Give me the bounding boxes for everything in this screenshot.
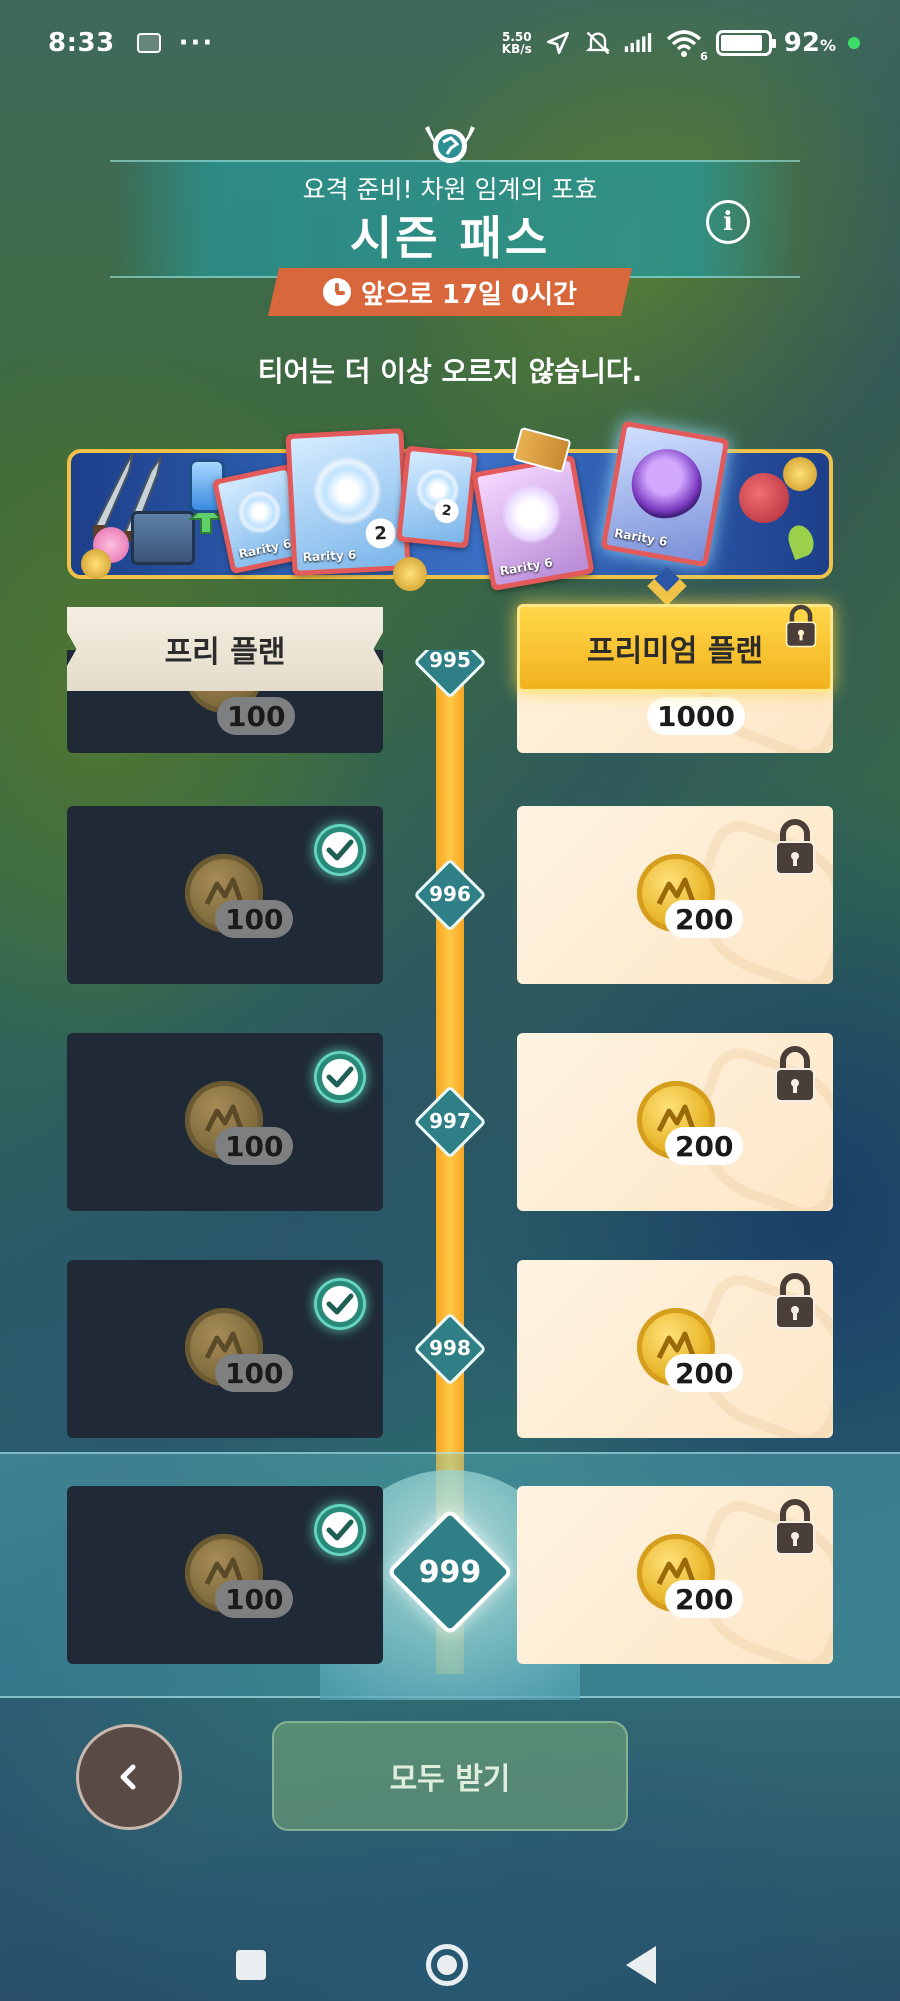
battery-icon (715, 30, 776, 56)
free-reward-cell[interactable]: 100 (67, 806, 383, 984)
gold-coin-icon (81, 549, 111, 579)
premium-reward-amount: 200 (665, 1354, 744, 1392)
info-button[interactable]: i (706, 200, 750, 244)
active-indicator-dot (848, 37, 860, 49)
wifi-generation: 6 (700, 50, 708, 63)
clock-icon (323, 278, 352, 306)
free-reward-cell[interactable]: 100 (67, 1260, 383, 1438)
network-speed: 5.50 KB/s (502, 31, 532, 55)
recents-button[interactable] (236, 1950, 266, 1980)
premium-plan-header[interactable]: 프리미엄 플랜 (517, 604, 833, 692)
premium-reward-cell[interactable]: 200 (517, 1486, 833, 1664)
tier-notice: 티어는 더 이상 오르지 않습니다. (257, 355, 643, 388)
lock-icon (775, 1046, 815, 1102)
claim-all-button[interactable]: 모두 받기 (272, 1721, 628, 1831)
premium-reward-cell[interactable]: 200 (517, 1260, 833, 1438)
fruit-icon (739, 473, 789, 523)
system-back-button[interactable] (626, 1946, 656, 1984)
current-tier-number: 999 (418, 1555, 482, 1590)
reward-card-featured: Rarity 6 2 (285, 428, 411, 576)
free-reward-amount: 100 (215, 900, 294, 938)
gold-coin-icon (783, 457, 817, 491)
premium-reward-amount: 1000 (647, 697, 745, 735)
tier-number: 996 (429, 882, 471, 906)
gold-coin-icon (393, 557, 427, 591)
premium-reward-cell[interactable]: 200 (517, 1033, 833, 1211)
premium-reward-cell[interactable]: 200 (517, 806, 833, 984)
mute-icon (584, 29, 612, 57)
claimed-check-icon (314, 824, 366, 876)
lock-icon (775, 1499, 815, 1555)
free-reward-amount: 100 (215, 1127, 294, 1165)
lock-icon (775, 1273, 815, 1329)
free-reward-cell[interactable]: 100 (67, 1486, 383, 1664)
card-count: 2 (364, 517, 397, 550)
page-title: 시즌 패스 (349, 211, 551, 265)
premium-reward-amount: 200 (665, 900, 744, 938)
cell-signal-icon (624, 29, 652, 57)
premium-plan-label: 프리미엄 플랜 (586, 634, 764, 669)
lock-icon (775, 819, 815, 875)
battery-unit: % (819, 36, 836, 55)
more-notifications-icon: ··· (178, 28, 215, 58)
wifi-icon: 6 (664, 29, 708, 63)
reward-banner[interactable]: Rarity 6 Rarity 6 2 2 Rarity 6 Rarity 6 (67, 420, 833, 592)
card-rarity-label: Rarity 6 (613, 525, 669, 549)
season-emblem-icon (421, 120, 479, 172)
season-timer-text: 앞으로 17일 0시간 (361, 279, 577, 310)
free-plan-label: 프리 플랜 (164, 635, 286, 670)
tier-number: 997 (429, 1109, 471, 1133)
claimed-check-icon (314, 1278, 366, 1330)
location-icon (544, 29, 572, 57)
chevron-left-icon (120, 1764, 136, 1790)
season-subtitle: 요격 준비! 차원 임계의 포효 (302, 175, 598, 204)
system-nav-bar (0, 1900, 900, 2001)
tier-number: 995 (429, 650, 471, 672)
season-timer: 앞으로 17일 0시간 (268, 268, 632, 316)
card-rarity-label: Rarity 6 (302, 547, 357, 565)
reward-card-sphere: Rarity 6 (600, 420, 730, 568)
home-button[interactable] (426, 1944, 468, 1986)
chest-icon (131, 511, 195, 565)
clock-time: 8:33 (48, 28, 115, 58)
premium-lock-icon (785, 604, 817, 648)
back-button[interactable] (76, 1724, 182, 1830)
free-reward-amount: 100 (217, 697, 296, 735)
free-reward-cell[interactable]: 100 (67, 1033, 383, 1211)
card-rarity-label: Rarity 6 (237, 536, 293, 562)
network-speed-unit: KB/s (501, 42, 532, 56)
reward-card: 2 (396, 445, 478, 549)
notification-app-icon (136, 33, 161, 53)
reward-card-pal: Rarity 6 (471, 454, 595, 592)
premium-reward-amount: 200 (665, 1580, 744, 1618)
leaf-icon (784, 521, 818, 561)
free-plan-header: 프리 플랜 (67, 607, 383, 691)
battery-value: 92 (783, 28, 820, 58)
claimed-check-icon (314, 1051, 366, 1103)
claimed-check-icon (314, 1504, 366, 1556)
card-rarity-label: Rarity 6 (498, 555, 554, 579)
premium-reward-amount: 200 (665, 1127, 744, 1165)
status-bar: 8:33 ··· 5.50 KB/s 6 92% (0, 0, 900, 86)
tier-number: 998 (429, 1336, 471, 1360)
free-reward-amount: 100 (215, 1354, 294, 1392)
battery-percent: 92% (784, 28, 836, 58)
free-reward-amount: 100 (215, 1580, 294, 1618)
